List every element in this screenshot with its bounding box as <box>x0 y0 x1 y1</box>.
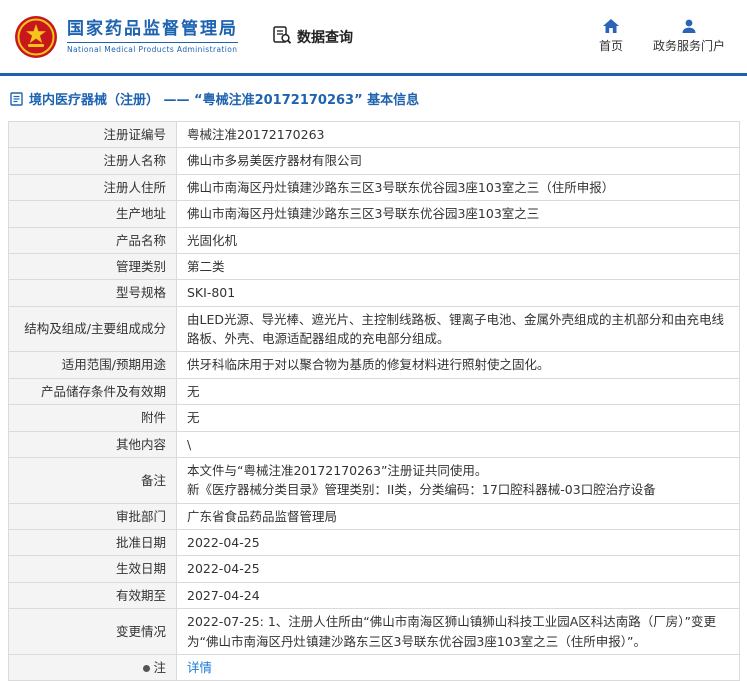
field-value: 佛山市南海区丹灶镇建沙路东三区3号联东优谷园3座103室之三（住所申报） <box>177 174 740 200</box>
table-row: 审批部门 广东省食品药品监督管理局 <box>9 503 740 529</box>
field-value: 2022-04-25 <box>177 556 740 582</box>
field-label: 注册人住所 <box>9 174 177 200</box>
table-row: 有效期至 2027-04-24 <box>9 582 740 608</box>
header-nav: 首页 政务服务门户 <box>599 19 725 54</box>
nav-home-label: 首页 <box>599 37 623 54</box>
field-value: 广东省食品药品监督管理局 <box>177 503 740 529</box>
table-row: 生产地址 佛山市南海区丹灶镇建沙路东三区3号联东优谷园3座103室之三 <box>9 201 740 227</box>
site-header: 国家药品监督管理局 National Medical Products Admi… <box>0 0 747 73</box>
field-label: 有效期至 <box>9 582 177 608</box>
table-row: 适用范围/预期用途 供牙科临床用于对以聚合物为基质的修复材料进行照射使之固化。 <box>9 352 740 378</box>
field-label: 适用范围/预期用途 <box>9 352 177 378</box>
field-label: 其他内容 <box>9 431 177 457</box>
field-value: 无 <box>177 405 740 431</box>
table-row: 备注 本文件与“粤械注准20172170263”注册证共同使用。 新《医疗器械分… <box>9 457 740 503</box>
user-icon <box>681 19 697 34</box>
field-label: 变更情况 <box>9 609 177 655</box>
field-label: 附件 <box>9 405 177 431</box>
field-label: 注册证编号 <box>9 122 177 148</box>
field-label: 产品储存条件及有效期 <box>9 378 177 404</box>
field-value: 无 <box>177 378 740 404</box>
org-name: 国家药品监督管理局 <box>67 19 238 39</box>
table-row: 产品名称 光固化机 <box>9 227 740 253</box>
registration-info-table: 注册证编号 粤械注准20172170263 注册人名称 佛山市多易美医疗器材有限… <box>8 121 740 681</box>
field-label: 批准日期 <box>9 530 177 556</box>
table-row: 批准日期 2022-04-25 <box>9 530 740 556</box>
field-value: 2027-04-24 <box>177 582 740 608</box>
field-value: \ <box>177 431 740 457</box>
field-value: 第二类 <box>177 253 740 279</box>
national-emblem-icon <box>14 15 58 59</box>
data-query-button[interactable]: 数据查询 <box>272 25 353 49</box>
table-row: 结构及组成/主要组成成分 由LED光源、导光棒、遮光片、主控制线路板、锂离子电池… <box>9 306 740 352</box>
brand-text: 国家药品监督管理局 National Medical Products Admi… <box>67 19 238 54</box>
field-value: SKI-801 <box>177 280 740 306</box>
table-row: 注册证编号 粤械注准20172170263 <box>9 122 740 148</box>
table-row: 生效日期 2022-04-25 <box>9 556 740 582</box>
field-label: 审批部门 <box>9 503 177 529</box>
nav-home[interactable]: 首页 <box>599 19 623 54</box>
nav-portal[interactable]: 政务服务门户 <box>653 19 725 54</box>
field-label: 生产地址 <box>9 201 177 227</box>
table-row-note: 注 详情 <box>9 654 740 680</box>
note-dot-icon <box>143 665 150 672</box>
field-value: 佛山市南海区丹灶镇建沙路东三区3号联东优谷园3座103室之三 <box>177 201 740 227</box>
field-label: 型号规格 <box>9 280 177 306</box>
table-row: 注册人名称 佛山市多易美医疗器材有限公司 <box>9 148 740 174</box>
field-value: 2022-04-25 <box>177 530 740 556</box>
table-row: 产品储存条件及有效期 无 <box>9 378 740 404</box>
document-icon <box>10 92 23 106</box>
field-value: 粤械注准20172170263 <box>177 122 740 148</box>
org-name-en: National Medical Products Administration <box>67 42 238 54</box>
field-label: 产品名称 <box>9 227 177 253</box>
field-value: 2022-07-25: 1、注册人住所由“佛山市南海区狮山镇狮山科技工业园A区科… <box>177 609 740 655</box>
field-label: 生效日期 <box>9 556 177 582</box>
table-row: 附件 无 <box>9 405 740 431</box>
table-row: 变更情况 2022-07-25: 1、注册人住所由“佛山市南海区狮山镇狮山科技工… <box>9 609 740 655</box>
field-value: 光固化机 <box>177 227 740 253</box>
table-row: 型号规格 SKI-801 <box>9 280 740 306</box>
field-value: 佛山市多易美医疗器材有限公司 <box>177 148 740 174</box>
field-value: 供牙科临床用于对以聚合物为基质的修复材料进行照射使之固化。 <box>177 352 740 378</box>
field-label: 备注 <box>9 457 177 503</box>
field-label: 注册人名称 <box>9 148 177 174</box>
brand: 国家药品监督管理局 National Medical Products Admi… <box>14 15 238 59</box>
detail-link[interactable]: 详情 <box>187 660 212 675</box>
field-value: 本文件与“粤械注准20172170263”注册证共同使用。 新《医疗器械分类目录… <box>177 457 740 503</box>
page-title: 境内医疗器械（注册） —— “粤械注准20172170263” 基本信息 <box>0 76 747 119</box>
table-row: 其他内容 \ <box>9 431 740 457</box>
table-row: 管理类别 第二类 <box>9 253 740 279</box>
field-label: 注 <box>9 654 177 680</box>
table-row: 注册人住所 佛山市南海区丹灶镇建沙路东三区3号联东优谷园3座103室之三（住所申… <box>9 174 740 200</box>
nav-portal-label: 政务服务门户 <box>653 37 725 54</box>
note-label: 注 <box>153 660 166 675</box>
field-value: 由LED光源、导光棒、遮光片、主控制线路板、锂离子电池、金属外壳组成的主机部分和… <box>177 306 740 352</box>
home-icon <box>603 19 619 34</box>
field-label: 结构及组成/主要组成成分 <box>9 306 177 352</box>
field-label: 管理类别 <box>9 253 177 279</box>
data-query-icon <box>272 25 292 49</box>
page-title-text: 境内医疗器械（注册） —— “粤械注准20172170263” 基本信息 <box>29 89 419 108</box>
field-value: 详情 <box>177 654 740 680</box>
data-query-label: 数据查询 <box>297 27 353 47</box>
